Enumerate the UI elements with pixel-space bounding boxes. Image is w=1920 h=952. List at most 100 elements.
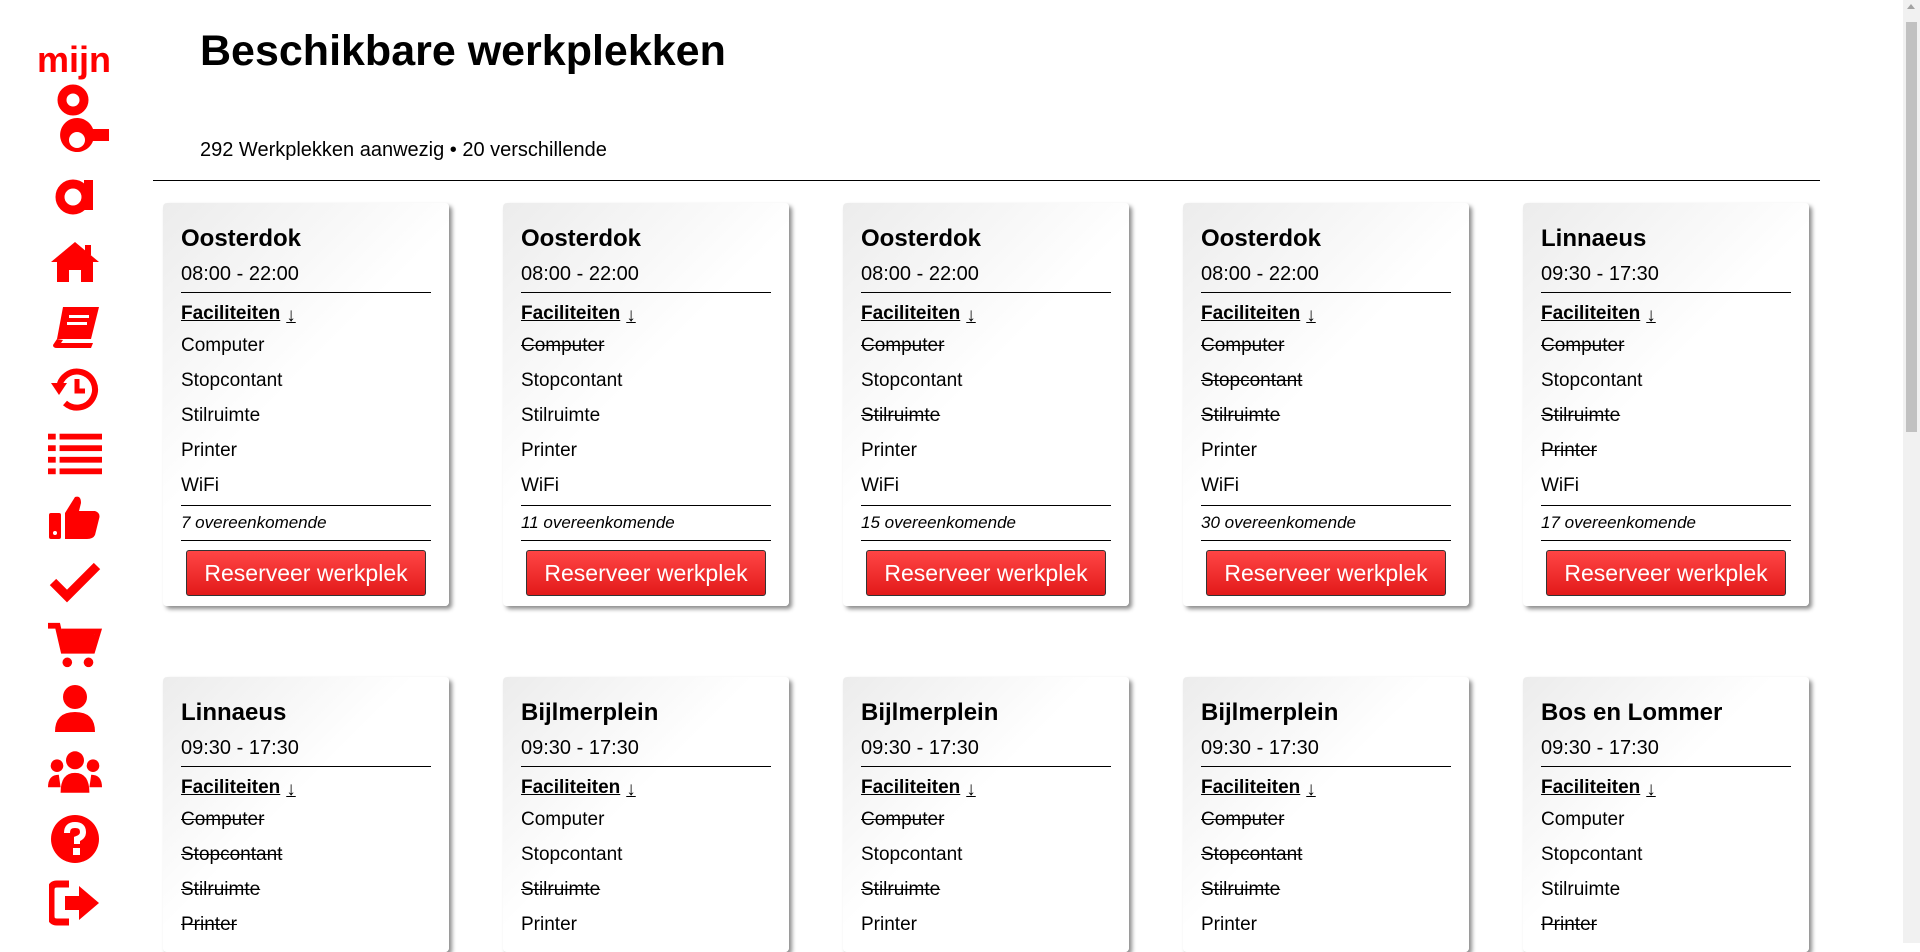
facility-list: Computer Stopcontant Stilruimte Printer … (1541, 328, 1791, 506)
workplace-card: Oosterdok 08:00 - 22:00 Faciliteiten ↓ Co… (1183, 203, 1469, 606)
facility-item: Stopcontant (1201, 370, 1303, 391)
facilities-label: Faciliteiten (181, 303, 281, 324)
cart-icon[interactable] (48, 620, 102, 670)
match-count: 11 overeenkomende (521, 506, 771, 541)
reserve-button[interactable]: Reserveer werkplek (186, 550, 426, 596)
card-hours: 08:00 - 22:00 (181, 262, 431, 293)
reserve-button[interactable]: Reserveer werkplek (1206, 550, 1446, 596)
facility-item: Computer (1541, 809, 1625, 830)
facilities-toggle[interactable]: Faciliteiten ↓ (861, 302, 1111, 328)
facility-item: Printer (521, 914, 577, 935)
logo-word: mijn (37, 39, 112, 80)
facilities-toggle[interactable]: Faciliteiten ↓ (1541, 776, 1791, 802)
facilities-toggle[interactable]: Faciliteiten ↓ (1201, 776, 1451, 802)
history-icon[interactable] (48, 364, 102, 414)
scroll-up-icon[interactable] (1907, 4, 1915, 9)
card-hours: 08:00 - 22:00 (861, 262, 1111, 293)
match-count: 7 overeenkomende (181, 506, 431, 541)
facility-item: Stopcontant (861, 370, 963, 391)
card-hours: 09:30 - 17:30 (181, 736, 431, 767)
facility-item: Printer (521, 440, 577, 461)
facilities-toggle[interactable]: Faciliteiten ↓ (521, 776, 771, 802)
workplace-card: Oosterdok 08:00 - 22:00 Faciliteiten ↓ Co… (843, 203, 1129, 606)
reserve-button[interactable]: Reserveer werkplek (1546, 550, 1786, 596)
facilities-toggle[interactable]: Faciliteiten ↓ (521, 302, 771, 328)
facility-item: Printer (861, 440, 917, 461)
facility-list: Computer Stopcontant Stilruimte Printer (521, 802, 771, 942)
oba-letters-logo (49, 84, 109, 215)
facility-item: Computer (1201, 335, 1285, 356)
arrow-down-icon: ↓ (1646, 305, 1656, 326)
arrow-down-icon: ↓ (1306, 779, 1316, 800)
facility-item: Stilruimte (1201, 879, 1281, 900)
thumbs-up-icon[interactable] (48, 492, 102, 542)
book-icon[interactable] (48, 302, 102, 352)
workplace-card: Linnaeus 09:30 - 17:30 Faciliteiten ↓ Com… (1523, 203, 1809, 606)
check-icon[interactable] (48, 557, 102, 607)
workplace-card: Oosterdok 08:00 - 22:00 Faciliteiten ↓ Co… (503, 203, 789, 606)
facility-item: Stopcontant (181, 370, 283, 391)
arrow-down-icon: ↓ (286, 779, 296, 800)
facility-item: Stopcontant (521, 370, 623, 391)
facility-item: Stilruimte (861, 879, 941, 900)
arrow-down-icon: ↓ (626, 779, 636, 800)
facility-item: Stilruimte (861, 405, 941, 426)
facility-item: WiFi (181, 475, 219, 496)
workplace-card: Oosterdok 08:00 - 22:00 Faciliteiten ↓ Co… (163, 203, 449, 606)
arrow-down-icon: ↓ (286, 305, 296, 326)
facility-list: Computer Stopcontant Stilruimte Printer … (1201, 328, 1451, 506)
users-icon[interactable] (48, 747, 102, 797)
facility-item: Stilruimte (181, 405, 261, 426)
facilities-label: Faciliteiten (521, 303, 621, 324)
card-location: Bijlmerplein (1201, 699, 1339, 726)
workplace-card: Bijlmerplein 09:30 - 17:30 Faciliteiten ↓… (843, 677, 1129, 952)
home-icon[interactable] (48, 237, 102, 287)
facility-item: Computer (181, 809, 265, 830)
facility-item: Computer (181, 335, 265, 356)
list-icon[interactable] (48, 428, 102, 478)
arrow-down-icon: ↓ (1306, 305, 1316, 326)
facility-item: Computer (521, 335, 605, 356)
card-location: Oosterdok (181, 225, 302, 252)
card-hours: 09:30 - 17:30 (1541, 262, 1791, 293)
facilities-toggle[interactable]: Faciliteiten ↓ (181, 776, 431, 802)
user-icon[interactable] (48, 684, 102, 734)
card-hours: 08:00 - 22:00 (1201, 262, 1451, 293)
facilities-toggle[interactable]: Faciliteiten ↓ (181, 302, 431, 328)
card-location: Oosterdok (1201, 225, 1322, 252)
sidebar: mijn (0, 0, 150, 943)
workplace-card: Bijlmerplein 09:30 - 17:30 Faciliteiten ↓… (1183, 677, 1469, 952)
facility-item: Stopcontant (861, 844, 963, 865)
vertical-scrollbar[interactable] (1903, 0, 1920, 943)
facility-item: Printer (1541, 914, 1597, 935)
facilities-toggle[interactable]: Faciliteiten ↓ (1201, 302, 1451, 328)
card-hours: 08:00 - 22:00 (521, 262, 771, 293)
card-location: Oosterdok (861, 225, 982, 252)
facility-item: WiFi (861, 475, 899, 496)
facility-item: Printer (861, 914, 917, 935)
oba-logo[interactable]: mijn (35, 40, 125, 226)
card-location: Bijlmerplein (521, 699, 659, 726)
facilities-toggle[interactable]: Faciliteiten ↓ (861, 776, 1111, 802)
facility-item: Stopcontant (181, 844, 283, 865)
arrow-down-icon: ↓ (966, 779, 976, 800)
facility-item: Computer (861, 335, 945, 356)
facility-item: Stilruimte (1201, 405, 1281, 426)
facility-item: Stilruimte (181, 879, 261, 900)
facilities-toggle[interactable]: Faciliteiten ↓ (1541, 302, 1791, 328)
scrollbar-thumb[interactable] (1906, 22, 1917, 432)
facility-item: Printer (181, 440, 237, 461)
page-title: Beschikbare werkplekken (200, 27, 726, 75)
arrow-down-icon: ↓ (966, 305, 976, 326)
reserve-button[interactable]: Reserveer werkplek (866, 550, 1106, 596)
card-location: Oosterdok (521, 225, 642, 252)
facility-item: Printer (1541, 440, 1597, 461)
sign-out-icon[interactable] (48, 878, 102, 928)
facility-list: Computer Stopcontant Stilruimte Printer (1541, 802, 1791, 942)
help-icon[interactable] (48, 814, 102, 864)
facility-item: Stopcontant (521, 844, 623, 865)
facility-list: Computer Stopcontant Stilruimte Printer … (861, 328, 1111, 506)
facility-item: Stilruimte (1541, 405, 1621, 426)
reserve-button[interactable]: Reserveer werkplek (526, 550, 766, 596)
facilities-label: Faciliteiten (861, 777, 961, 798)
